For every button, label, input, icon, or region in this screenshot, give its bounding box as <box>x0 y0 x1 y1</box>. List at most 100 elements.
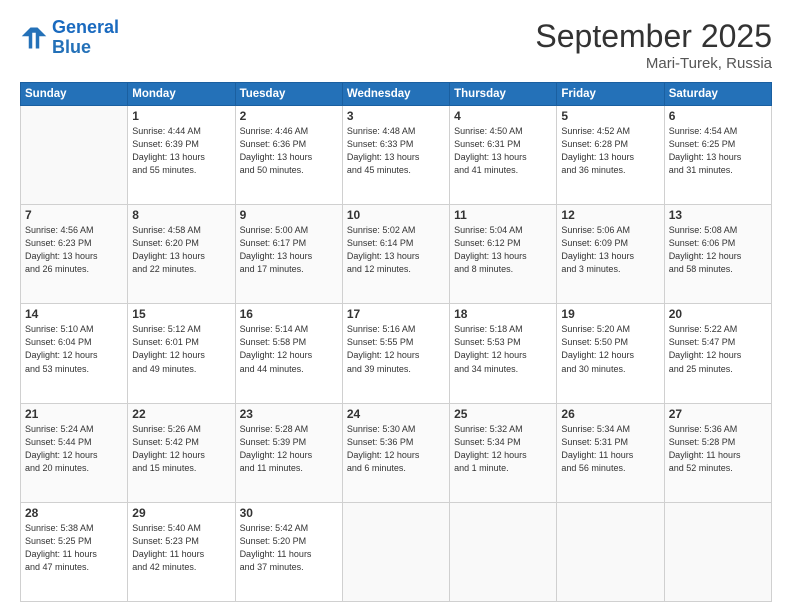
col-header-wednesday: Wednesday <box>342 83 449 106</box>
day-detail: Sunrise: 5:22 AM Sunset: 5:47 PM Dayligh… <box>669 323 767 375</box>
day-number: 19 <box>561 307 659 321</box>
day-detail: Sunrise: 4:56 AM Sunset: 6:23 PM Dayligh… <box>25 224 123 276</box>
day-number: 1 <box>132 109 230 123</box>
logo-line1: General <box>52 17 119 37</box>
calendar-cell: 30 Sunrise: 5:42 AM Sunset: 5:20 PM Dayli… <box>235 502 342 601</box>
calendar-cell: 24 Sunrise: 5:30 AM Sunset: 5:36 PM Dayli… <box>342 403 449 502</box>
col-header-tuesday: Tuesday <box>235 83 342 106</box>
calendar-cell: 27 Sunrise: 5:36 AM Sunset: 5:28 PM Dayli… <box>664 403 771 502</box>
calendar-cell <box>450 502 557 601</box>
calendar-cell: 17 Sunrise: 5:16 AM Sunset: 5:55 PM Dayli… <box>342 304 449 403</box>
title-block: September 2025 Mari-Turek, Russia <box>535 18 772 72</box>
day-number: 26 <box>561 407 659 421</box>
col-header-sunday: Sunday <box>21 83 128 106</box>
month-title: September 2025 <box>535 18 772 55</box>
day-detail: Sunrise: 5:12 AM Sunset: 6:01 PM Dayligh… <box>132 323 230 375</box>
calendar-cell: 21Sunrise: 5:24 AM Sunset: 5:44 PM Dayli… <box>21 403 128 502</box>
day-detail: Sunrise: 5:20 AM Sunset: 5:50 PM Dayligh… <box>561 323 659 375</box>
day-number: 5 <box>561 109 659 123</box>
calendar-week-2: 7 Sunrise: 4:56 AM Sunset: 6:23 PM Daylig… <box>21 205 772 304</box>
day-detail: Sunrise: 4:54 AM Sunset: 6:25 PM Dayligh… <box>669 125 767 177</box>
logo-text: General Blue <box>52 18 119 58</box>
day-detail: Sunrise: 5:28 AM Sunset: 5:39 PM Dayligh… <box>240 423 338 475</box>
calendar-cell: 6 Sunrise: 4:54 AM Sunset: 6:25 PM Daylig… <box>664 106 771 205</box>
calendar-week-1: 1 Sunrise: 4:44 AM Sunset: 6:39 PM Daylig… <box>21 106 772 205</box>
calendar-cell: 25Sunrise: 5:32 AM Sunset: 5:34 PM Dayli… <box>450 403 557 502</box>
calendar-cell <box>557 502 664 601</box>
day-detail: Sunrise: 5:14 AM Sunset: 5:58 PM Dayligh… <box>240 323 338 375</box>
col-header-saturday: Saturday <box>664 83 771 106</box>
calendar-cell: 4 Sunrise: 4:50 AM Sunset: 6:31 PM Daylig… <box>450 106 557 205</box>
logo-line2: Blue <box>52 37 91 57</box>
calendar-cell: 12 Sunrise: 5:06 AM Sunset: 6:09 PM Dayli… <box>557 205 664 304</box>
day-detail: Sunrise: 5:16 AM Sunset: 5:55 PM Dayligh… <box>347 323 445 375</box>
calendar-cell: 2Sunrise: 4:46 AM Sunset: 6:36 PM Daylig… <box>235 106 342 205</box>
day-number: 17 <box>347 307 445 321</box>
day-detail: Sunrise: 4:52 AM Sunset: 6:28 PM Dayligh… <box>561 125 659 177</box>
calendar-cell: 7 Sunrise: 4:56 AM Sunset: 6:23 PM Daylig… <box>21 205 128 304</box>
calendar-cell: 1 Sunrise: 4:44 AM Sunset: 6:39 PM Daylig… <box>128 106 235 205</box>
calendar-cell: 10Sunrise: 5:02 AM Sunset: 6:14 PM Dayli… <box>342 205 449 304</box>
day-number: 24 <box>347 407 445 421</box>
calendar-cell: 8Sunrise: 4:58 AM Sunset: 6:20 PM Daylig… <box>128 205 235 304</box>
day-detail: Sunrise: 5:04 AM Sunset: 6:12 PM Dayligh… <box>454 224 552 276</box>
day-detail: Sunrise: 5:38 AM Sunset: 5:25 PM Dayligh… <box>25 522 123 574</box>
calendar-cell: 11 Sunrise: 5:04 AM Sunset: 6:12 PM Dayli… <box>450 205 557 304</box>
logo-icon <box>20 24 48 52</box>
day-number: 15 <box>132 307 230 321</box>
calendar-table: SundayMondayTuesdayWednesdayThursdayFrid… <box>20 82 772 602</box>
location-subtitle: Mari-Turek, Russia <box>535 55 772 72</box>
day-detail: Sunrise: 4:48 AM Sunset: 6:33 PM Dayligh… <box>347 125 445 177</box>
calendar-cell: 28 Sunrise: 5:38 AM Sunset: 5:25 PM Dayli… <box>21 502 128 601</box>
calendar-cell: 18 Sunrise: 5:18 AM Sunset: 5:53 PM Dayli… <box>450 304 557 403</box>
day-number: 23 <box>240 407 338 421</box>
day-number: 28 <box>25 506 123 520</box>
calendar-cell: 26Sunrise: 5:34 AM Sunset: 5:31 PM Dayli… <box>557 403 664 502</box>
day-number: 18 <box>454 307 552 321</box>
calendar-week-5: 28 Sunrise: 5:38 AM Sunset: 5:25 PM Dayli… <box>21 502 772 601</box>
day-number: 7 <box>25 208 123 222</box>
day-detail: Sunrise: 4:50 AM Sunset: 6:31 PM Dayligh… <box>454 125 552 177</box>
day-detail: Sunrise: 5:36 AM Sunset: 5:28 PM Dayligh… <box>669 423 767 475</box>
day-detail: Sunrise: 5:30 AM Sunset: 5:36 PM Dayligh… <box>347 423 445 475</box>
calendar-cell: 13 Sunrise: 5:08 AM Sunset: 6:06 PM Dayli… <box>664 205 771 304</box>
day-number: 12 <box>561 208 659 222</box>
day-number: 9 <box>240 208 338 222</box>
day-number: 13 <box>669 208 767 222</box>
day-number: 14 <box>25 307 123 321</box>
calendar-cell <box>21 106 128 205</box>
day-number: 30 <box>240 506 338 520</box>
day-number: 29 <box>132 506 230 520</box>
day-detail: Sunrise: 4:44 AM Sunset: 6:39 PM Dayligh… <box>132 125 230 177</box>
day-detail: Sunrise: 5:42 AM Sunset: 5:20 PM Dayligh… <box>240 522 338 574</box>
calendar-cell <box>664 502 771 601</box>
day-detail: Sunrise: 5:02 AM Sunset: 6:14 PM Dayligh… <box>347 224 445 276</box>
day-number: 6 <box>669 109 767 123</box>
day-detail: Sunrise: 5:08 AM Sunset: 6:06 PM Dayligh… <box>669 224 767 276</box>
calendar-cell: 20Sunrise: 5:22 AM Sunset: 5:47 PM Dayli… <box>664 304 771 403</box>
day-number: 11 <box>454 208 552 222</box>
calendar-cell: 22Sunrise: 5:26 AM Sunset: 5:42 PM Dayli… <box>128 403 235 502</box>
calendar-cell: 3Sunrise: 4:48 AM Sunset: 6:33 PM Daylig… <box>342 106 449 205</box>
calendar-cell: 16Sunrise: 5:14 AM Sunset: 5:58 PM Dayli… <box>235 304 342 403</box>
day-number: 4 <box>454 109 552 123</box>
day-detail: Sunrise: 4:58 AM Sunset: 6:20 PM Dayligh… <box>132 224 230 276</box>
calendar-week-4: 21Sunrise: 5:24 AM Sunset: 5:44 PM Dayli… <box>21 403 772 502</box>
day-number: 27 <box>669 407 767 421</box>
calendar-header-row: SundayMondayTuesdayWednesdayThursdayFrid… <box>21 83 772 106</box>
day-detail: Sunrise: 5:18 AM Sunset: 5:53 PM Dayligh… <box>454 323 552 375</box>
day-detail: Sunrise: 5:24 AM Sunset: 5:44 PM Dayligh… <box>25 423 123 475</box>
col-header-monday: Monday <box>128 83 235 106</box>
logo: General Blue <box>20 18 119 58</box>
day-detail: Sunrise: 5:10 AM Sunset: 6:04 PM Dayligh… <box>25 323 123 375</box>
calendar-week-3: 14 Sunrise: 5:10 AM Sunset: 6:04 PM Dayli… <box>21 304 772 403</box>
day-detail: Sunrise: 5:00 AM Sunset: 6:17 PM Dayligh… <box>240 224 338 276</box>
day-number: 25 <box>454 407 552 421</box>
calendar-cell: 29 Sunrise: 5:40 AM Sunset: 5:23 PM Dayli… <box>128 502 235 601</box>
day-number: 22 <box>132 407 230 421</box>
day-detail: Sunrise: 5:06 AM Sunset: 6:09 PM Dayligh… <box>561 224 659 276</box>
calendar-cell: 5 Sunrise: 4:52 AM Sunset: 6:28 PM Daylig… <box>557 106 664 205</box>
calendar-cell: 14 Sunrise: 5:10 AM Sunset: 6:04 PM Dayli… <box>21 304 128 403</box>
day-detail: Sunrise: 5:40 AM Sunset: 5:23 PM Dayligh… <box>132 522 230 574</box>
calendar-cell <box>342 502 449 601</box>
